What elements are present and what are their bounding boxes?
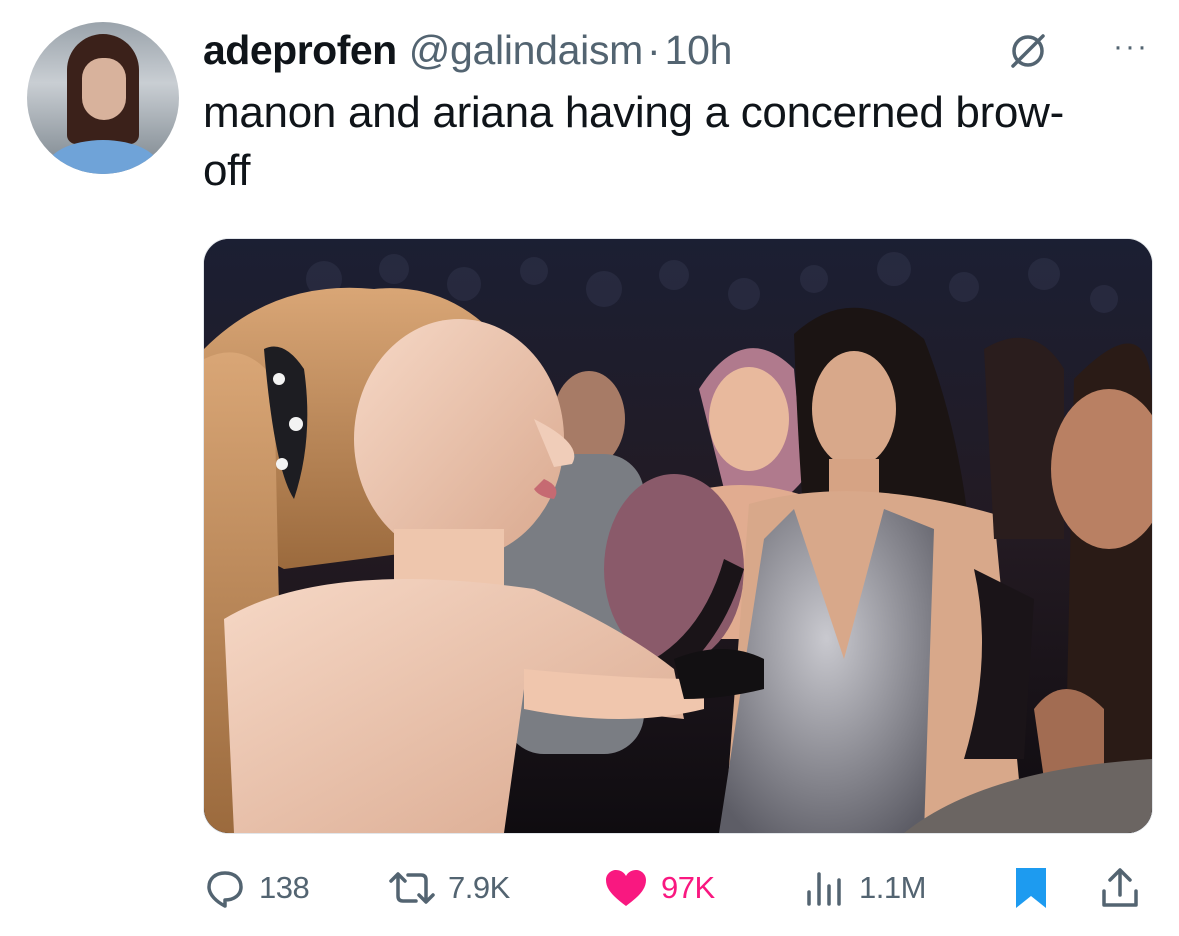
reply-button[interactable]: 138 xyxy=(203,860,310,916)
user-handle[interactable]: @galindaism xyxy=(409,27,644,74)
display-name[interactable]: adeprofen xyxy=(203,27,397,74)
like-icon xyxy=(606,870,646,906)
timestamp[interactable]: 10h xyxy=(665,27,733,74)
tweet-actions: 138 7.9K 97K 1.1M xyxy=(203,860,1148,916)
repost-icon xyxy=(389,872,435,904)
like-count: 97K xyxy=(661,870,715,905)
more-icon[interactable]: ··· xyxy=(1113,30,1149,64)
like-button[interactable]: 97K xyxy=(603,860,715,916)
bookmark-button[interactable] xyxy=(1011,860,1063,916)
share-icon xyxy=(1102,868,1138,907)
author-avatar[interactable] xyxy=(27,22,179,174)
reply-icon xyxy=(207,871,243,908)
avatar-shirt xyxy=(45,140,161,174)
repost-button[interactable]: 7.9K xyxy=(388,860,510,916)
bookmark-icon xyxy=(1016,868,1046,908)
views-icon xyxy=(807,872,841,906)
separator-dot: · xyxy=(647,26,661,73)
avatar-face xyxy=(82,58,126,120)
share-button[interactable] xyxy=(1098,860,1154,916)
tweet-header: adeprofen @galindaism · 10h ··· xyxy=(203,22,1149,78)
repost-count: 7.9K xyxy=(448,870,510,905)
badge-icon xyxy=(1005,28,1051,74)
tweet-text: manon and ariana having a concerned brow… xyxy=(203,88,1064,195)
view-count: 1.1M xyxy=(859,870,926,905)
tweet-photo[interactable] xyxy=(203,238,1153,834)
photo-illustration xyxy=(204,239,1152,833)
reply-count: 138 xyxy=(259,870,310,905)
views-button[interactable]: 1.1M xyxy=(803,860,926,916)
